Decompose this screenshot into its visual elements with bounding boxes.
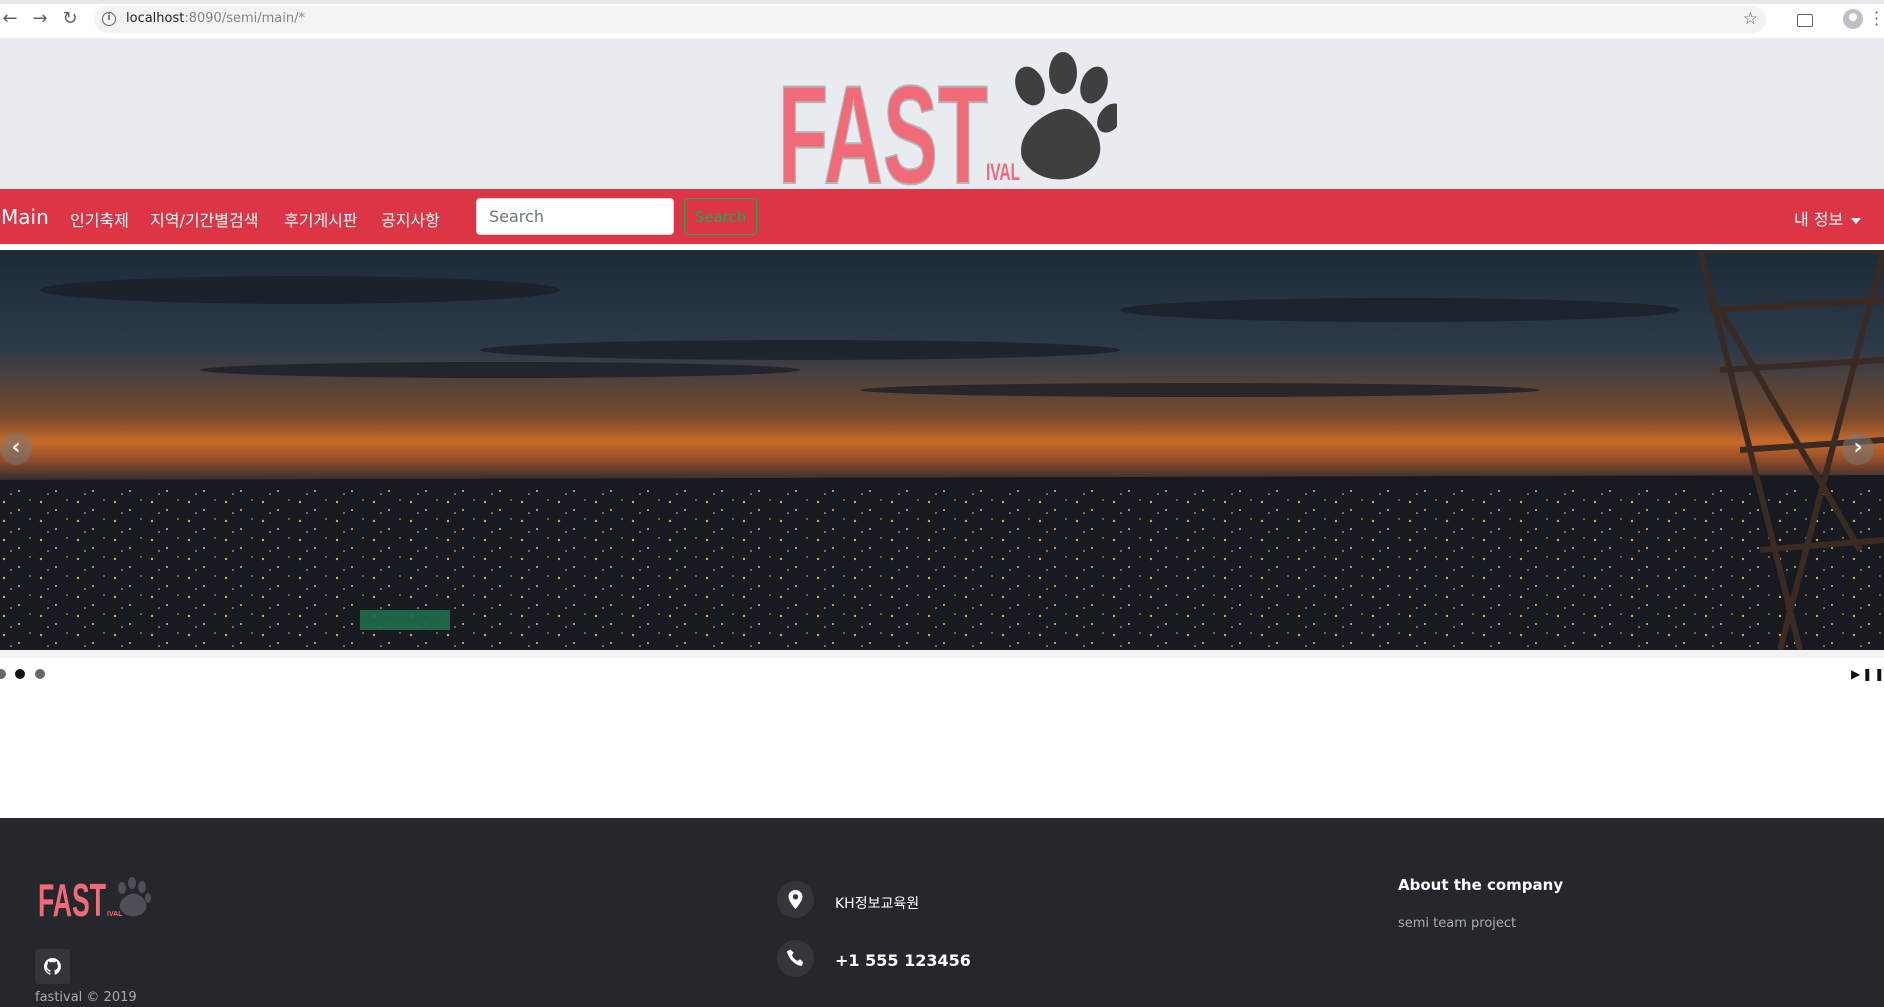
carousel-dot-2[interactable] bbox=[15, 669, 25, 679]
github-icon bbox=[44, 958, 61, 975]
svg-text:IVAL: IVAL bbox=[986, 159, 1020, 186]
address-icon-badge bbox=[777, 881, 814, 918]
map-marker-icon bbox=[788, 890, 803, 909]
nav-link-popular-festivals[interactable]: 인기축제 bbox=[70, 207, 129, 231]
carousel-play-controls: ▶❚❚ bbox=[1851, 667, 1884, 681]
svg-text:FAST: FAST bbox=[38, 874, 106, 922]
browser-chrome: ← → ↻ i localhost:8090/semi/main/* ☆ · · · bbox=[0, 0, 1884, 39]
phone-text: +1 555 123456 bbox=[835, 951, 971, 970]
forward-arrow-icon[interactable]: → bbox=[30, 9, 50, 29]
pause-icon[interactable]: ❚❚ bbox=[1862, 667, 1884, 681]
nav-link-reviews[interactable]: 후기게시판 bbox=[284, 207, 358, 231]
back-arrow-icon[interactable]: ← bbox=[0, 9, 20, 29]
carousel-dot-1[interactable] bbox=[0, 669, 6, 679]
about-title: About the company bbox=[1398, 876, 1564, 894]
svg-text:FAST: FAST bbox=[778, 56, 988, 188]
play-icon[interactable]: ▶ bbox=[1851, 667, 1862, 681]
main-navbar: Main 인기축제 지역/기간별검색 후기게시판 공지사항 Search 내 정… bbox=[0, 189, 1884, 244]
city-night-skyline-image bbox=[0, 250, 1884, 650]
url-text: localhost:8090/semi/main/* bbox=[126, 11, 305, 26]
copyright-text: fastival © 2019 bbox=[35, 990, 137, 1005]
bookmark-star-icon[interactable]: ☆ bbox=[1743, 9, 1758, 29]
reload-icon[interactable]: ↻ bbox=[60, 9, 80, 29]
nav-link-region-period-search[interactable]: 지역/기간별검색 bbox=[150, 207, 258, 231]
github-link[interactable] bbox=[35, 949, 70, 984]
image-carousel: ‹ › bbox=[0, 250, 1884, 650]
phone-icon bbox=[787, 949, 804, 966]
search-input[interactable] bbox=[476, 198, 674, 235]
caret-down-icon bbox=[1851, 217, 1862, 224]
svg-text:IVAL: IVAL bbox=[107, 911, 123, 918]
nav-link-notices[interactable]: 공지사항 bbox=[381, 207, 440, 231]
address-bar[interactable]: i localhost:8090/semi/main/* ☆ bbox=[94, 6, 1766, 33]
address-text: KH정보교육원 bbox=[835, 896, 920, 912]
carousel-dot-3[interactable] bbox=[35, 669, 45, 679]
paw-icon bbox=[1015, 52, 1117, 180]
logo-header: FAST IVAL bbox=[0, 38, 1884, 189]
phone-icon-badge bbox=[777, 940, 814, 977]
about-text: semi team project bbox=[1398, 916, 1517, 931]
search-button[interactable]: Search bbox=[684, 198, 757, 235]
browser-menu-icon[interactable]: · · · bbox=[1874, 5, 1879, 33]
chevron-right-icon: › bbox=[1853, 435, 1863, 460]
navbar-brand[interactable]: Main bbox=[1, 205, 49, 229]
site-info-icon[interactable]: i bbox=[102, 12, 116, 26]
profile-avatar-icon[interactable] bbox=[1843, 9, 1863, 29]
cast-icon[interactable] bbox=[1797, 14, 1813, 27]
page-load-bar bbox=[0, 0, 1884, 4]
my-info-dropdown[interactable]: 내 정보 bbox=[1794, 206, 1862, 230]
site-footer: FAST IVAL fastival © 2019 KH정보교육원 +1 555… bbox=[0, 818, 1884, 1007]
carousel-prev-button[interactable]: ‹ bbox=[0, 433, 32, 465]
carousel-next-button[interactable]: › bbox=[1842, 433, 1874, 465]
carousel-bottom-strip bbox=[0, 650, 1884, 658]
footer-logo[interactable]: FAST IVAL bbox=[38, 872, 158, 922]
chevron-left-icon: ‹ bbox=[11, 435, 21, 460]
paw-icon bbox=[118, 877, 151, 917]
site-logo[interactable]: FAST IVAL bbox=[772, 48, 1117, 188]
my-info-label: 내 정보 bbox=[1794, 210, 1844, 229]
